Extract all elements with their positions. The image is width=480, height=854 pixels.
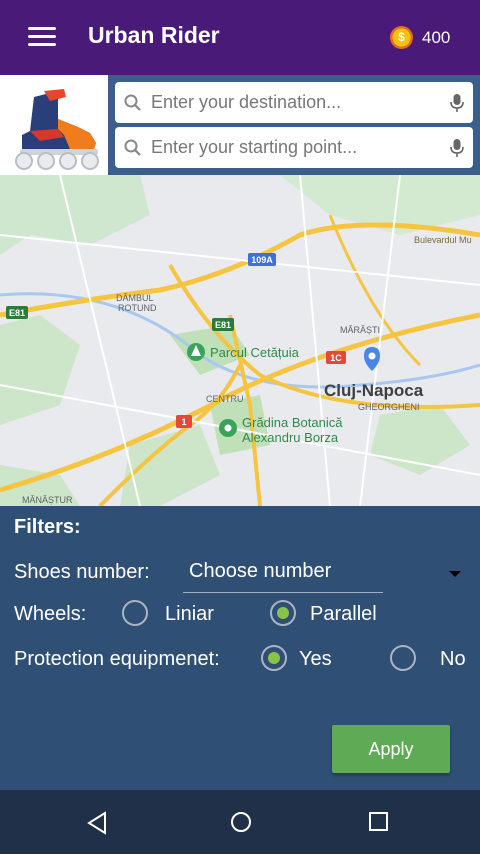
park-pin-icon[interactable] bbox=[187, 343, 205, 361]
map-view[interactable]: 109A E81 E81 1C 1 Parcul Cetățuia Grădin… bbox=[0, 175, 480, 506]
microphone-icon[interactable] bbox=[449, 93, 465, 113]
protection-label: Protection equipmenet: bbox=[14, 648, 220, 670]
destination-search-box bbox=[115, 82, 473, 123]
wheels-liniar-label: Liniar bbox=[165, 603, 214, 625]
protection-yes-radio[interactable] bbox=[261, 645, 287, 671]
filters-title: Filters: bbox=[14, 516, 81, 538]
district-gheorgheni-label: GHEORGHENI bbox=[358, 402, 420, 412]
skate-logo bbox=[0, 75, 108, 175]
garden-label-line1: Grădina Botanică bbox=[242, 415, 343, 430]
road-1-label: 1 bbox=[181, 417, 186, 427]
manastur-label: MĂNĂȘTUR bbox=[22, 495, 73, 505]
home-circle-icon[interactable] bbox=[230, 811, 252, 833]
shoes-number-value: Choose number bbox=[189, 560, 332, 582]
coin-count: 400 bbox=[422, 28, 451, 47]
dropdown-arrow-icon[interactable] bbox=[449, 571, 461, 577]
search-area bbox=[0, 75, 480, 175]
wheels-liniar-radio[interactable] bbox=[122, 600, 148, 626]
shoes-number-label: Shoes number: bbox=[14, 561, 150, 583]
back-triangle-icon[interactable] bbox=[86, 811, 108, 835]
dambul-label-line2: ROTUND bbox=[118, 303, 157, 313]
protection-yes-label: Yes bbox=[299, 648, 332, 670]
start-input[interactable] bbox=[151, 127, 441, 168]
centru-label: CENTRU bbox=[206, 394, 244, 404]
start-search-box bbox=[115, 127, 473, 168]
filters-panel: Filters: Shoes number: Choose number Whe… bbox=[0, 506, 480, 790]
marasti-label: MĂRĂȘTI bbox=[340, 325, 380, 335]
search-icon bbox=[124, 139, 141, 156]
road-109a-label: 109A bbox=[251, 255, 273, 265]
road-e81-a-label: E81 bbox=[9, 308, 25, 318]
system-nav-bar bbox=[0, 790, 480, 854]
protection-no-radio[interactable] bbox=[390, 645, 416, 671]
hamburger-icon[interactable] bbox=[28, 27, 56, 47]
road-1c-label: 1C bbox=[330, 353, 342, 363]
wheels-parallel-label: Parallel bbox=[310, 603, 377, 625]
road-e81-b-label: E81 bbox=[215, 320, 231, 330]
park-label: Parcul Cetățuia bbox=[210, 345, 300, 360]
protection-no-label: No bbox=[440, 648, 466, 670]
apply-button[interactable]: Apply bbox=[332, 725, 450, 773]
app-bar: Urban Rider 400 bbox=[0, 0, 480, 75]
wheels-label: Wheels: bbox=[14, 603, 87, 625]
app-title: Urban Rider bbox=[88, 22, 220, 48]
microphone-icon[interactable] bbox=[449, 138, 465, 158]
garden-label-line2: Alexandru Borza bbox=[242, 430, 339, 445]
shoes-number-select[interactable]: Choose number bbox=[183, 556, 383, 593]
dambul-label-line1: DÂMBUL bbox=[116, 293, 154, 303]
recents-square-icon[interactable] bbox=[368, 811, 389, 832]
wheels-parallel-radio[interactable] bbox=[270, 600, 296, 626]
search-icon bbox=[124, 94, 141, 111]
garden-pin-icon[interactable] bbox=[219, 419, 237, 437]
city-label: Cluj-Napoca bbox=[324, 381, 424, 400]
coin-icon bbox=[390, 26, 413, 49]
boulevard-label: Bulevardul Mu bbox=[414, 235, 472, 245]
destination-input[interactable] bbox=[151, 82, 441, 123]
